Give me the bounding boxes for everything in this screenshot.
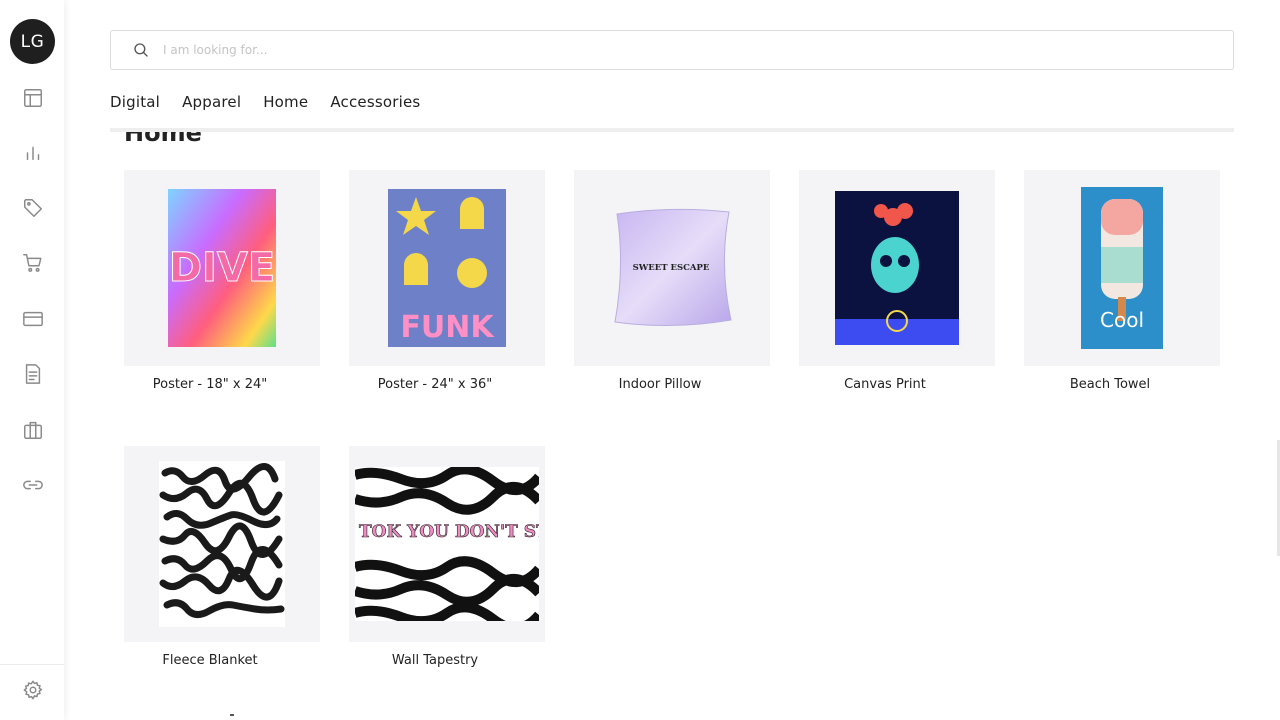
store-icon[interactable] (20, 417, 45, 442)
tab-apparel[interactable]: Apparel (182, 93, 241, 115)
layout-icon[interactable] (20, 85, 45, 110)
avatar[interactable]: LG (10, 19, 55, 64)
cart-icon[interactable] (20, 250, 45, 275)
sidebar: LG (0, 0, 64, 720)
tab-accessories[interactable]: Accessories (330, 93, 420, 115)
product-card-poster-18x24[interactable]: DIVE Poster - 18" x 24" (124, 170, 320, 392)
product-name: Poster - 24" x 36" (377, 377, 493, 392)
product-image (124, 446, 320, 642)
tab-digital[interactable]: Digital (110, 93, 160, 115)
product-name: Beach Towel (1069, 377, 1151, 392)
product-card-canvas-print[interactable]: Canvas Print (799, 170, 995, 392)
avatar-initials: LG (20, 31, 45, 52)
pillow-art-text: SWEET ESCAPE (633, 263, 710, 273)
poster-art-text: FUNK (400, 310, 495, 345)
product-image: TIK TOK YOU DON'T STOP (349, 446, 545, 642)
product-image: FUNK (349, 170, 545, 366)
product-image: DIVE (124, 170, 320, 366)
product-image (799, 170, 995, 366)
product-card-poster-24x36[interactable]: FUNK Poster - 24" x 36" (349, 170, 545, 392)
gear-icon[interactable] (20, 677, 45, 702)
sidebar-divider (0, 664, 64, 665)
product-image: Cool (1024, 170, 1220, 366)
product-card-indoor-pillow[interactable]: SWEET ESCAPE Indoor Pillow (574, 170, 770, 392)
credit-card-icon[interactable] (20, 306, 45, 331)
document-icon[interactable] (20, 361, 45, 386)
tab-home[interactable]: Home (263, 93, 308, 115)
product-card-fleece-blanket[interactable]: Fleece Blanket (124, 446, 320, 668)
product-name: Fleece Blanket (162, 653, 258, 668)
product-card-wall-tapestry[interactable]: TIK TOK YOU DON'T STOP Wall Tapestry (349, 446, 545, 668)
app-root: LG I am looking for... Digital Apparel H… (0, 0, 1280, 720)
product-image: SWEET ESCAPE (574, 170, 770, 366)
bar-chart-icon[interactable] (20, 140, 45, 165)
product-card-beach-towel[interactable]: Cool Beach Towel (1024, 170, 1220, 392)
search-bar (110, 30, 1234, 70)
tapestry-art-text: TIK TOK YOU DON'T STOP (355, 522, 539, 542)
poster-art-text: DIVE (169, 245, 275, 291)
search-icon[interactable] (131, 40, 151, 60)
product-name: Indoor Pillow (618, 377, 702, 392)
category-tabs: Digital Apparel Home Accessories (110, 93, 442, 115)
towel-art-text: Cool (1100, 308, 1144, 332)
header-divider (110, 128, 1234, 132)
product-name: Wall Tapestry (391, 653, 479, 668)
tag-icon[interactable] (20, 195, 45, 220)
search-input[interactable] (163, 43, 1163, 57)
product-name: Canvas Print (844, 377, 926, 392)
product-name: Poster - 18" x 24" (152, 377, 268, 392)
link-icon[interactable] (20, 472, 45, 497)
section-title-cut (230, 714, 234, 716)
